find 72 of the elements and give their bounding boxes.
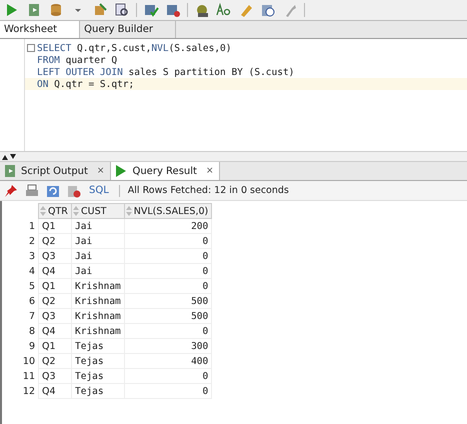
splitter-arrows-icon[interactable] xyxy=(2,154,16,160)
row-number: 5 xyxy=(2,278,38,294)
table-cell: 0 xyxy=(124,324,212,338)
column-header[interactable]: NVL(S.SALES,0) xyxy=(124,204,212,218)
row-number: 9 xyxy=(2,338,38,354)
code-line: ON Q.qtr = S.qtr; xyxy=(37,78,134,90)
table-cell: Q3 xyxy=(38,368,72,384)
table-cell: Q1 xyxy=(38,278,72,294)
table-cell: 0 xyxy=(124,278,212,294)
table-cell: 0 xyxy=(124,234,212,248)
table-cell: Krishnam xyxy=(72,324,124,338)
column-header[interactable]: CUST xyxy=(72,204,124,218)
table-cell: Q4 xyxy=(38,324,72,338)
row-number: 2 xyxy=(2,234,38,248)
table-cell: Krishnam xyxy=(72,308,124,324)
table-cell: Q1 xyxy=(38,218,72,234)
printer-icon[interactable] xyxy=(24,182,40,198)
table-cell: Tejas xyxy=(72,384,124,398)
close-button[interactable]: × xyxy=(96,166,104,176)
row-number: 10 xyxy=(2,354,38,368)
commit-icon[interactable] xyxy=(143,2,159,18)
row-number: 12 xyxy=(2,384,38,398)
code-line: LEFT OUTER JOIN sales S partition BY (S.cust) xyxy=(37,66,294,78)
table-cell: Q2 xyxy=(38,234,72,248)
table-cell: Q2 xyxy=(38,354,72,368)
row-number: 7 xyxy=(2,308,38,324)
table-cell: Jai xyxy=(72,218,124,234)
table-cell: Tejas xyxy=(72,354,124,368)
result-tab[interactable]: Query Result × xyxy=(111,162,220,180)
editor-tab[interactable]: Query Builder xyxy=(80,21,176,38)
row-number: 8 xyxy=(2,324,38,338)
collapse-icon[interactable] xyxy=(27,44,35,52)
table-cell: Q3 xyxy=(38,308,72,324)
code-line: FROM quarter Q xyxy=(37,54,118,66)
table-cell: 0 xyxy=(124,384,212,398)
table-cell: Krishnam xyxy=(72,278,124,294)
editor-tab[interactable]: Worksheet xyxy=(0,21,80,38)
table-cell: 500 xyxy=(124,294,212,308)
column-header[interactable]: QTR xyxy=(38,204,72,218)
table-cell: Jai xyxy=(72,248,124,264)
table-cell: Jai xyxy=(72,264,124,278)
text-format-icon[interactable] xyxy=(216,2,232,18)
table-cell: Q1 xyxy=(38,338,72,354)
table-cell: 300 xyxy=(124,338,212,354)
row-number: 4 xyxy=(2,264,38,278)
table-cell: Tejas xyxy=(72,368,124,384)
table-cell: Q4 xyxy=(38,384,72,398)
table-cell: 500 xyxy=(124,308,212,324)
table-cell: Q4 xyxy=(38,264,72,278)
table-cell: Jai xyxy=(72,234,124,248)
status-text: All Rows Fetched: 12 in 0 seconds xyxy=(128,185,289,196)
magnifier-icon[interactable] xyxy=(114,2,130,18)
table-cell: Q2 xyxy=(38,294,72,308)
code-line: SELECT Q.qtr,S.cust,NVL(S.sales,0) xyxy=(37,42,232,54)
table-cell: 0 xyxy=(124,368,212,384)
table-cell: Tejas xyxy=(72,338,124,354)
rollback-icon[interactable] xyxy=(165,2,181,18)
table-cell: 0 xyxy=(124,248,212,264)
table-cell: Krishnam xyxy=(72,294,124,308)
table-cell: 400 xyxy=(124,354,212,368)
script-icon[interactable] xyxy=(26,2,42,18)
row-number: 3 xyxy=(2,248,38,264)
sql-button[interactable]: SQL xyxy=(87,185,111,196)
pin-icon[interactable] xyxy=(3,182,19,198)
script-icon xyxy=(2,163,18,179)
close-button[interactable]: × xyxy=(206,166,214,176)
row-number: 1 xyxy=(2,218,38,234)
table-cell: 200 xyxy=(124,218,212,234)
table-cell: 0 xyxy=(124,264,212,278)
table-cell: Q3 xyxy=(38,248,72,264)
row-number: 6 xyxy=(2,294,38,308)
row-number: 11 xyxy=(2,368,38,384)
